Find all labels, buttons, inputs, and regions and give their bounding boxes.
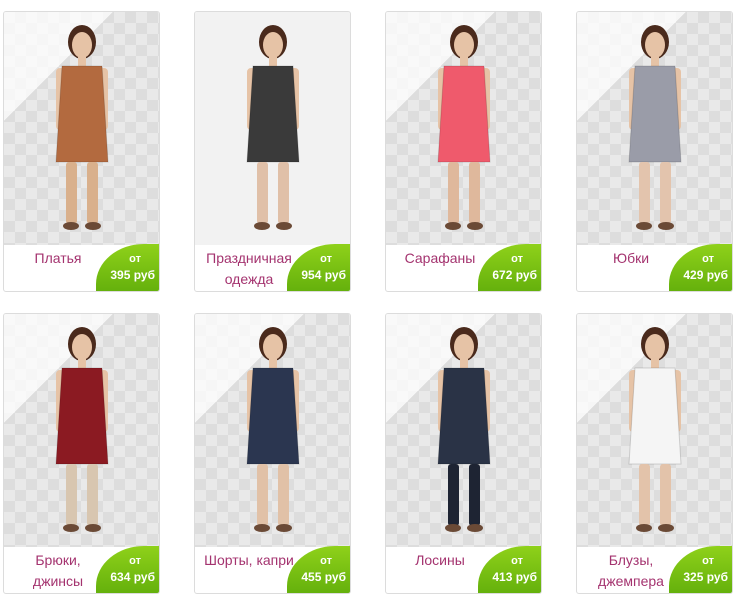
price-from-label: от xyxy=(320,555,332,567)
price-from-label: от xyxy=(320,253,332,265)
category-card-party-wear[interactable]: Праздничная одежда от 954 руб xyxy=(194,11,351,292)
category-photo[interactable] xyxy=(386,314,541,547)
category-photo[interactable] xyxy=(386,12,541,245)
price-amount: 634 руб xyxy=(110,570,155,584)
price-from-label: от xyxy=(702,253,714,265)
category-card-leggings[interactable]: Лосины от 413 руб xyxy=(385,313,542,594)
category-photo[interactable] xyxy=(577,12,732,245)
category-photo[interactable] xyxy=(4,314,159,547)
price-from-label: от xyxy=(129,253,141,265)
category-card-trousers[interactable]: Брюки, джинсы от 634 руб xyxy=(3,313,160,594)
model-figure xyxy=(246,25,300,230)
category-card-sundresses[interactable]: Сарафаны от 672 руб xyxy=(385,11,542,292)
category-name[interactable]: Шорты, капри xyxy=(201,550,297,571)
price-from-label: от xyxy=(511,555,523,567)
category-photo[interactable] xyxy=(195,314,350,547)
category-card-dresses[interactable]: Платья от 395 руб xyxy=(3,11,160,292)
category-name[interactable]: Праздничная одежда xyxy=(201,248,297,290)
category-name[interactable]: Лосины xyxy=(392,550,488,571)
model-figure xyxy=(437,327,491,532)
model-figure xyxy=(55,25,109,230)
category-name[interactable]: Платья xyxy=(10,248,106,269)
model-figure xyxy=(628,25,682,230)
category-photo[interactable] xyxy=(195,12,350,245)
category-name[interactable]: Сарафаны xyxy=(392,248,488,269)
category-card-skirts[interactable]: Юбки от 429 руб xyxy=(576,11,733,292)
model-figure xyxy=(55,327,109,532)
price-amount: 672 руб xyxy=(492,268,537,282)
category-name[interactable]: Блузы, джемпера xyxy=(583,550,679,592)
category-card-shorts[interactable]: Шорты, капри от 455 руб xyxy=(194,313,351,594)
price-amount: 429 руб xyxy=(683,268,728,282)
price-from-label: от xyxy=(511,253,523,265)
model-figure xyxy=(246,327,300,532)
model-figure xyxy=(628,327,682,532)
price-amount: 954 руб xyxy=(301,268,346,282)
price-amount: 395 руб xyxy=(110,268,155,282)
category-photo[interactable] xyxy=(4,12,159,245)
price-amount: 413 руб xyxy=(492,570,537,584)
category-card-blouses[interactable]: Блузы, джемпера от 325 руб xyxy=(576,313,733,594)
price-from-label: от xyxy=(702,555,714,567)
category-name[interactable]: Юбки xyxy=(583,248,679,269)
category-name[interactable]: Брюки, джинсы xyxy=(10,550,106,592)
model-figure xyxy=(437,25,491,230)
price-amount: 455 руб xyxy=(301,570,346,584)
price-from-label: от xyxy=(129,555,141,567)
category-photo[interactable] xyxy=(577,314,732,547)
price-amount: 325 руб xyxy=(683,570,728,584)
